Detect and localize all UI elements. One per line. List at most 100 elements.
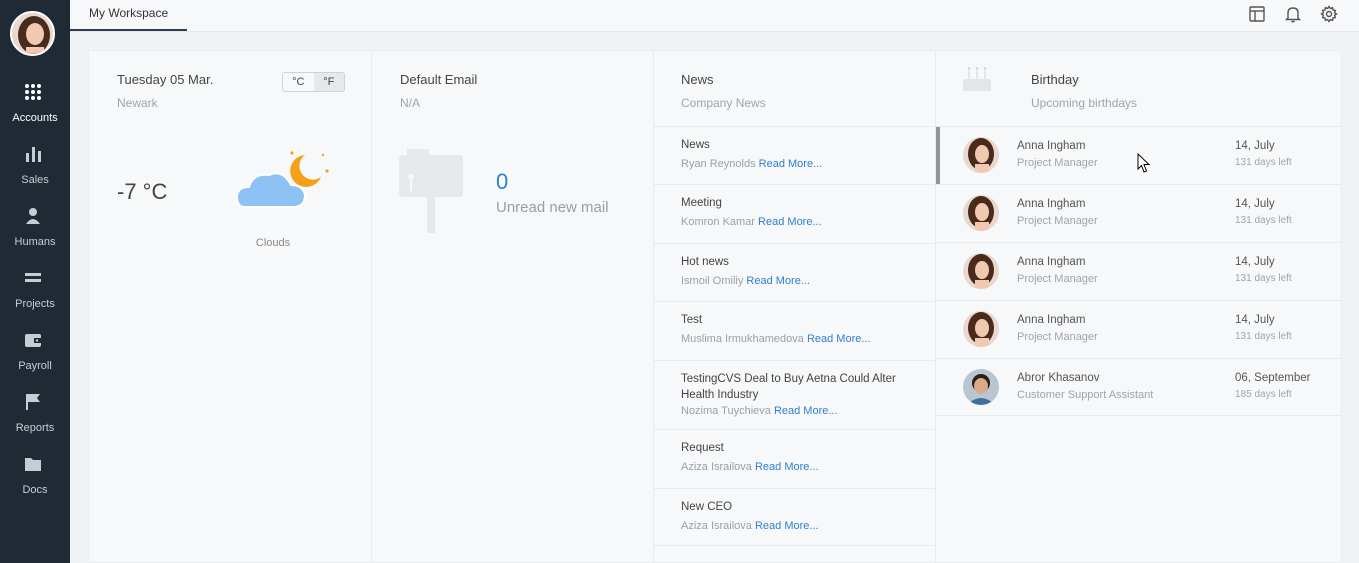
days-left: 131 days left — [1235, 331, 1292, 342]
news-item[interactable]: New CEO Aziza Israilova Read More... — [654, 488, 935, 546]
news-author: Aziza Israilova — [681, 461, 752, 473]
news-item-meta: Ismoil Omiliy Read More... — [681, 273, 935, 289]
person-name: Abror Khasanov — [1017, 372, 1100, 384]
unit-toggle: °C °F — [282, 72, 345, 92]
read-more-link[interactable]: Read More... — [774, 405, 838, 417]
wallet-icon — [25, 334, 41, 347]
weather-city: Newark — [117, 96, 158, 110]
news-item-meta: Aziza Israilova Read More... — [681, 459, 935, 475]
read-more-link[interactable]: Read More... — [755, 520, 819, 532]
grid-icon — [25, 84, 41, 100]
birthday-date: 06, September — [1235, 372, 1311, 384]
bar-chart-icon — [26, 147, 41, 162]
read-more-link[interactable]: Read More... — [759, 158, 823, 170]
person-icon — [26, 208, 40, 224]
news-item[interactable]: Request Aziza Israilova Read More... — [654, 429, 935, 488]
tab-my-workspace[interactable]: My Workspace — [70, 0, 187, 31]
top-bar: My Workspace — [70, 0, 1359, 32]
person-name: Anna Ingham — [1017, 256, 1086, 268]
sidebar-item-docs[interactable]: Docs — [0, 454, 70, 510]
news-item[interactable]: News Ryan Reynolds Read More... — [654, 126, 935, 184]
sidebar: Accounts Sales Humans Projects Payroll R… — [0, 0, 70, 563]
birthday-item[interactable]: Abror Khasanov Customer Support Assistan… — [936, 358, 1343, 416]
news-title: News — [681, 72, 714, 87]
birthday-date: 14, July — [1235, 140, 1275, 152]
birthday-title: Birthday — [1031, 72, 1079, 87]
gear-icon[interactable] — [1320, 5, 1338, 23]
birthday-date: 14, July — [1235, 256, 1275, 268]
equals-icon — [25, 273, 41, 282]
temperature-value: -7 °C — [117, 179, 168, 204]
birthday-item[interactable]: Anna Ingham Project Manager 14, July 131… — [936, 300, 1343, 358]
news-item-title: TestingCVS Deal to Buy Aetna Could Alter… — [681, 373, 896, 401]
person-name: Anna Ingham — [1017, 140, 1086, 152]
news-item[interactable]: Meeting Komron Kamar Read More... — [654, 184, 935, 243]
sidebar-item-payroll[interactable]: Payroll — [0, 330, 70, 386]
sidebar-item-sales[interactable]: Sales — [0, 144, 70, 200]
person-role: Project Manager — [1017, 331, 1098, 343]
read-more-link[interactable]: Read More... — [755, 461, 819, 473]
person-name: Anna Ingham — [1017, 314, 1086, 326]
read-more-link[interactable]: Read More... — [758, 216, 822, 228]
days-left: 185 days left — [1235, 389, 1292, 400]
news-item[interactable]: Test Muslima Irmukhamedova Read More... — [654, 301, 935, 360]
workspace-card: Tuesday 05 Mar. Newark °C °F -7 °C Cloud… — [88, 50, 1343, 563]
news-item[interactable]: Hot news Ismoil Omiliy Read More... — [654, 243, 935, 301]
person-role: Customer Support Assistant — [1017, 389, 1154, 401]
birthday-item[interactable]: Anna Ingham Project Manager 14, July 131… — [936, 242, 1343, 300]
layout-icon[interactable] — [1248, 5, 1266, 23]
cloud-moon-icon — [235, 151, 329, 208]
news-author: Muslima Irmukhamedova — [681, 333, 804, 345]
read-more-link[interactable]: Read More... — [807, 333, 871, 345]
news-item-meta: Ryan Reynolds Read More... — [681, 156, 935, 172]
sidebar-item-label: Reports — [15, 422, 55, 434]
sidebar-item-projects[interactable]: Projects — [0, 268, 70, 324]
days-left: 131 days left — [1235, 215, 1292, 226]
weather-condition: Clouds — [255, 237, 291, 249]
bell-icon[interactable] — [1284, 5, 1302, 23]
news-author: Komron Kamar — [681, 216, 755, 228]
avatar — [963, 369, 999, 405]
folder-icon — [25, 458, 41, 471]
mouse-cursor-icon — [1137, 153, 1151, 173]
read-more-link[interactable]: Read More... — [746, 275, 810, 287]
news-item-title: Request — [681, 442, 724, 454]
birthday-date: 14, July — [1235, 198, 1275, 210]
unread-count[interactable]: 0 — [496, 169, 508, 195]
avatar — [963, 195, 999, 231]
email-widget: Default Email N/A 0 Unread new mail — [372, 51, 654, 563]
person-role: Project Manager — [1017, 273, 1098, 285]
days-left: 131 days left — [1235, 157, 1292, 168]
news-author: Nozima Tuychieva — [681, 405, 771, 417]
sidebar-item-label: Accounts — [12, 112, 58, 124]
sidebar-item-reports[interactable]: Reports — [0, 392, 70, 448]
birthday-subtitle: Upcoming birthdays — [1031, 96, 1138, 110]
person-role: Project Manager — [1017, 157, 1098, 169]
birthday-item[interactable]: Anna Ingham Project Manager 14, July 131… — [936, 184, 1343, 242]
news-item-title: Meeting — [681, 197, 722, 209]
person-role: Project Manager — [1017, 215, 1098, 227]
cake-icon — [963, 67, 991, 91]
news-item-meta: Komron Kamar Read More... — [681, 214, 935, 230]
sidebar-item-label: Payroll — [18, 360, 52, 372]
weather-date: Tuesday 05 Mar. — [117, 72, 214, 87]
news-item-title: Hot news — [681, 256, 729, 268]
user-avatar[interactable] — [10, 11, 55, 56]
weather-widget: Tuesday 05 Mar. Newark °C °F -7 °C Cloud… — [89, 51, 372, 563]
news-author: Ismoil Omiliy — [681, 275, 744, 287]
news-item-meta: Aziza Israilova Read More... — [681, 518, 935, 534]
sidebar-item-accounts[interactable]: Accounts — [0, 82, 70, 138]
news-item[interactable]: TestingCVS Deal to Buy Aetna Could Alter… — [654, 360, 935, 429]
flag-icon — [26, 394, 40, 410]
fahrenheit-button[interactable]: °F — [313, 73, 344, 91]
sidebar-item-humans[interactable]: Humans — [0, 206, 70, 262]
avatar — [963, 137, 999, 173]
news-author: Aziza Israilova — [681, 520, 752, 532]
sidebar-item-label: Sales — [21, 174, 49, 186]
avatar — [963, 311, 999, 347]
news-item-meta: Nozima Tuychieva Read More... — [681, 403, 935, 419]
news-item-meta: Muslima Irmukhamedova Read More... — [681, 331, 935, 347]
email-address: N/A — [400, 96, 421, 110]
news-author: Ryan Reynolds — [681, 158, 756, 170]
celsius-button[interactable]: °C — [283, 73, 314, 91]
